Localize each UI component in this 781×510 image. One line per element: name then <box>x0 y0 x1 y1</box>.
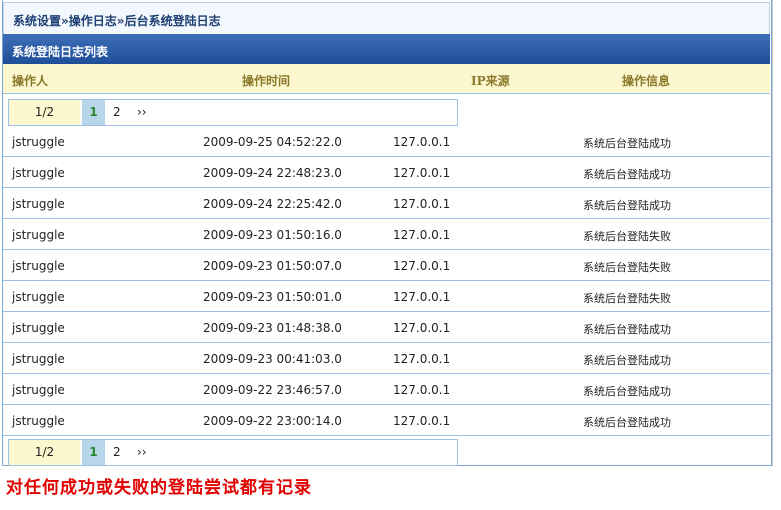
page-link-2[interactable]: 2 <box>113 100 121 125</box>
cell-ip: 127.0.0.1 <box>393 352 451 366</box>
cell-ip: 127.0.0.1 <box>393 290 451 304</box>
cell-operator: jstruggle <box>12 352 65 366</box>
page-position: 1/2 <box>9 100 80 125</box>
column-header-operator: 操作人 <box>12 74 49 88</box>
cell-time: 2009-09-25 04:52:22.0 <box>203 135 342 149</box>
cell-ip: 127.0.0.1 <box>393 166 451 180</box>
cell-operator: jstruggle <box>12 259 65 273</box>
cell-ip: 127.0.0.1 <box>393 321 451 335</box>
cell-info: 系统后台登陆失败 <box>583 230 671 243</box>
table-row: jstruggle 2009-09-23 00:41:03.0 127.0.0.1 系… <box>3 343 770 374</box>
cell-time: 2009-09-24 22:25:42.0 <box>203 197 342 211</box>
column-header-info: 操作信息 <box>622 74 671 88</box>
cell-operator: jstruggle <box>12 414 65 428</box>
cell-info: 系统后台登陆成功 <box>583 323 671 336</box>
pager-bottom: 1/2 1 2 ›› <box>8 439 458 466</box>
table-row: jstruggle 2009-09-24 22:25:42.0 127.0.0.1 系… <box>3 188 770 219</box>
cell-ip: 127.0.0.1 <box>393 135 451 149</box>
cell-info: 系统后台登陆成功 <box>583 354 671 367</box>
log-table-body: jstruggle 2009-09-25 04:52:22.0 127.0.0.1 系… <box>3 126 770 436</box>
page-link-2[interactable]: 2 <box>113 440 121 465</box>
cell-ip: 127.0.0.1 <box>393 414 451 428</box>
cell-ip: 127.0.0.1 <box>393 228 451 242</box>
cell-time: 2009-09-23 01:48:38.0 <box>203 321 342 335</box>
cell-info: 系统后台登陆成功 <box>583 137 671 150</box>
cell-operator: jstruggle <box>12 383 65 397</box>
table-row: jstruggle 2009-09-22 23:46:57.0 127.0.0.1 系… <box>3 374 770 405</box>
breadcrumb-separator: » <box>61 14 69 28</box>
breadcrumb: 系统设置»操作日志»后台系统登陆日志 <box>3 2 770 34</box>
page-position: 1/2 <box>9 440 80 465</box>
table-row: jstruggle 2009-09-23 01:50:01.0 127.0.0.1 系… <box>3 281 770 312</box>
cell-ip: 127.0.0.1 <box>393 383 451 397</box>
caption-note: 对任何成功或失败的登陆尝试都有记录 <box>6 478 312 498</box>
table-row: jstruggle 2009-09-22 23:00:14.0 127.0.0.1 系… <box>3 405 770 436</box>
page-link-current[interactable]: 1 <box>82 440 105 465</box>
cell-time: 2009-09-23 01:50:07.0 <box>203 259 342 273</box>
table-row: jstruggle 2009-09-23 01:50:07.0 127.0.0.1 系… <box>3 250 770 281</box>
breadcrumb-login-log: 后台系统登陆日志 <box>124 14 221 28</box>
cell-info: 系统后台登陆成功 <box>583 199 671 212</box>
cell-time: 2009-09-22 23:46:57.0 <box>203 383 342 397</box>
column-header-ip: IP来源 <box>471 74 510 88</box>
pager-top: 1/2 1 2 ›› <box>8 99 458 126</box>
cell-info: 系统后台登陆成功 <box>583 385 671 398</box>
cell-info: 系统后台登陆成功 <box>583 416 671 429</box>
cell-operator: jstruggle <box>12 166 65 180</box>
table-row: jstruggle 2009-09-25 04:52:22.0 127.0.0.1 系… <box>3 126 770 157</box>
cell-operator: jstruggle <box>12 290 65 304</box>
table-row: jstruggle 2009-09-24 22:48:23.0 127.0.0.1 系… <box>3 157 770 188</box>
table-row: jstruggle 2009-09-23 01:50:16.0 127.0.0.1 系… <box>3 219 770 250</box>
cell-operator: jstruggle <box>12 197 65 211</box>
cell-operator: jstruggle <box>12 321 65 335</box>
breadcrumb-separator: » <box>116 14 125 28</box>
cell-time: 2009-09-23 00:41:03.0 <box>203 352 342 366</box>
cell-time: 2009-09-23 01:50:01.0 <box>203 290 342 304</box>
cell-time: 2009-09-22 23:00:14.0 <box>203 414 342 428</box>
cell-operator: jstruggle <box>12 135 65 149</box>
table-header: 操作人 操作时间 IP来源 操作信息 <box>3 64 770 94</box>
next-page-button[interactable]: ›› <box>137 100 147 125</box>
breadcrumb-system-settings[interactable]: 系统设置 <box>13 14 61 28</box>
right-divider <box>772 0 773 466</box>
column-header-time: 操作时间 <box>242 74 291 88</box>
next-page-button[interactable]: ›› <box>137 440 147 465</box>
page-link-current[interactable]: 1 <box>82 100 105 125</box>
cell-time: 2009-09-24 22:48:23.0 <box>203 166 342 180</box>
cell-ip: 127.0.0.1 <box>393 259 451 273</box>
cell-operator: jstruggle <box>12 228 65 242</box>
cell-time: 2009-09-23 01:50:16.0 <box>203 228 342 242</box>
cell-info: 系统后台登陆失败 <box>583 261 671 274</box>
cell-info: 系统后台登陆成功 <box>583 168 671 181</box>
cell-ip: 127.0.0.1 <box>393 197 451 211</box>
cell-info: 系统后台登陆失败 <box>583 292 671 305</box>
breadcrumb-operation-log[interactable]: 操作日志 <box>69 14 117 28</box>
list-title: 系统登陆日志列表 <box>3 34 770 64</box>
table-row: jstruggle 2009-09-23 01:48:38.0 127.0.0.1 系… <box>3 312 770 343</box>
